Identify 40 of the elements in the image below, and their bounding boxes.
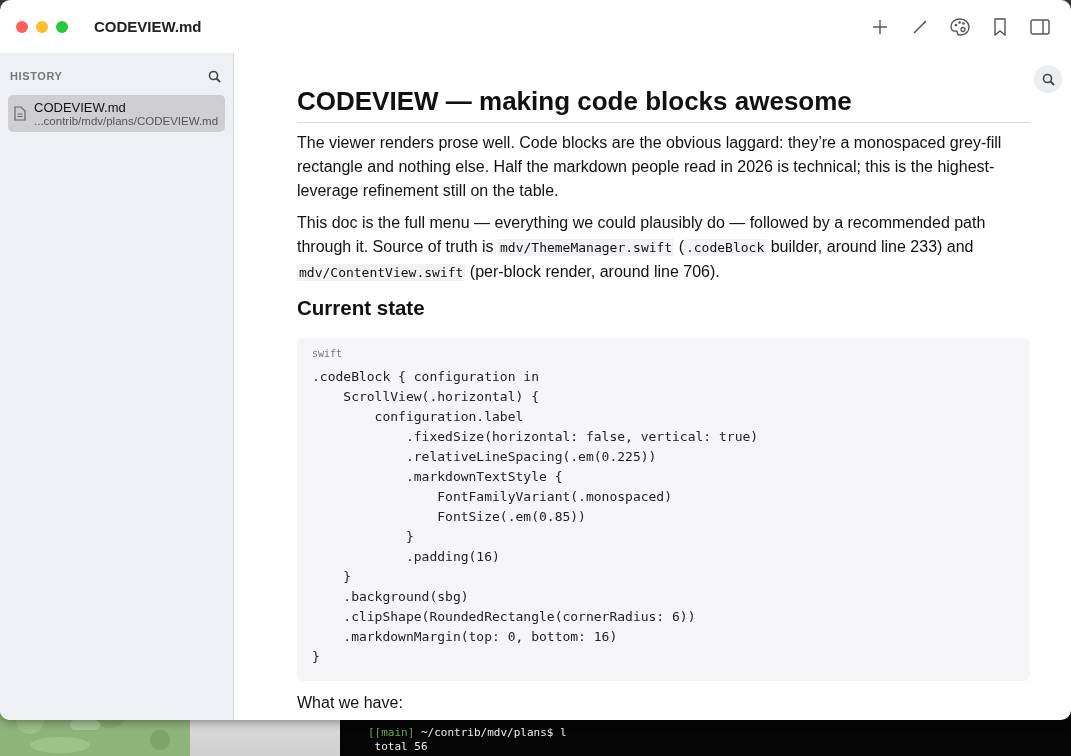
close-button[interactable] [16,20,28,33]
code-line: .padding(16) [404,548,501,566]
code-line: .background(sbg) [342,588,470,606]
code-line: } [312,648,321,666]
code-line: .markdownMargin(top: 0, bottom: 16) [342,628,619,646]
window-title: CODEVIEW.md [94,18,202,35]
file-name: CODEVIEW.md [34,100,127,115]
search-button[interactable] [207,69,221,83]
code-line: .clipShape(RoundedRectangle(cornerRadius: 6)) [342,608,697,626]
code-line: configuration.label [373,408,525,426]
code-line: } [404,528,415,546]
plus-icon [872,18,888,35]
document-icon [14,106,26,121]
terminal-line: total 56 [373,740,429,754]
search-button[interactable] [1034,65,1062,93]
code-line: ScrollView(.horizontal) { [342,388,540,406]
code-line: .fixedSize(horizontal: false, vertical: true) [404,428,760,446]
paragraph: This doc is the full menu — everything we could plausibly do — followed by a recommended path through it. Source of truth is mdv/ThemeManager.swift (.codeBlock builder, around line 233) and mdv/ContentView.swift (per-block render, around line 706). [297,213,987,283]
palette-icon [950,17,970,36]
code-line: } [342,568,353,586]
code-line: .markdownTextStyle { [404,468,564,486]
section-heading: Current state [297,296,426,320]
search-icon [207,69,221,83]
history-item[interactable]: CODEVIEW.md ...contrib/mdv/plans/CODEVIEW.md [8,95,225,132]
paragraph: What we have: [297,693,404,713]
document-title: CODEVIEW — making code blocks awesome [297,86,1030,123]
code-line: .codeBlock { configuration in [312,368,540,386]
code-language: swift [312,348,344,359]
file-path: ...contrib/mdv/plans/CODEVIEW.md [34,115,219,127]
code-line: .relativeLineSpacing(.em(0.225)) [404,448,658,466]
sidebar-icon [1030,18,1050,35]
pencil-icon [912,18,928,35]
code-line: FontSize(.em(0.85)) [436,508,587,526]
bookmark-icon [993,17,1007,36]
paragraph: The viewer renders prose well. Code blocks are the obvious laggard: they’re a monospaced grey-fill rectangle and nothing else. Half the markdown people read in 2026 is technical; this is the highest-leverage refinement still on the table. [297,133,1003,201]
terminal-line: [[main] ~/contrib/mdv/plans$ l [368,726,568,740]
theme-button[interactable] [949,15,971,38]
code-line: FontFamilyVariant(.monospaced) [436,488,674,506]
sidebar-heading: HISTORY [10,70,63,82]
search-icon [1041,72,1055,86]
